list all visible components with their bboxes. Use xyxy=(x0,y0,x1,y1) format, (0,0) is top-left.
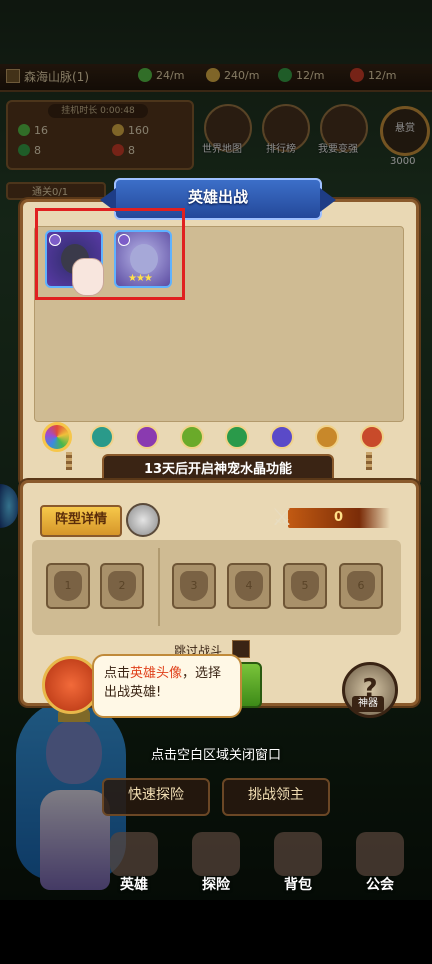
rope-decoration xyxy=(366,452,372,470)
formation-divider xyxy=(158,548,160,626)
close-window-hint: 点击空白区域关闭窗口 xyxy=(150,748,281,763)
filter-element-icon[interactable] xyxy=(270,425,294,449)
formation-detail-button[interactable]: 阵型详情 xyxy=(40,505,122,537)
filter-element-icon[interactable] xyxy=(135,425,159,449)
portal-icon xyxy=(192,832,240,876)
nav-hero[interactable]: 英雄 xyxy=(94,832,174,900)
battle-power-value: 0 xyxy=(288,508,390,528)
filter-element-icon[interactable] xyxy=(315,425,339,449)
formation-slot[interactable]: 5 xyxy=(283,563,327,609)
crossed-swords-icon: ⚔ xyxy=(271,503,293,531)
filter-element-icon[interactable] xyxy=(180,425,204,449)
quick-explore-button[interactable]: 快速探险 xyxy=(102,778,210,816)
tutorial-speech-bubble: 点击英雄头像，选择出战英雄! xyxy=(92,654,242,718)
nav-explore[interactable]: 探险 xyxy=(176,832,256,900)
castle-icon xyxy=(356,832,404,876)
rope-decoration xyxy=(66,452,72,470)
filter-element-icon[interactable] xyxy=(225,425,249,449)
bottom-nav: 英雄 探险 背包 公会 xyxy=(0,830,432,900)
bag-icon xyxy=(274,832,322,876)
artifact-label: 神器 xyxy=(352,696,384,712)
formation-slot[interactable]: 6 xyxy=(339,563,383,609)
nav-guild[interactable]: 公会 xyxy=(340,832,420,900)
formation-slot[interactable]: 1 xyxy=(46,563,90,609)
formation-slot[interactable]: 2 xyxy=(100,563,144,609)
nav-bag[interactable]: 背包 xyxy=(258,832,338,900)
hero-icon xyxy=(110,832,158,876)
formation-slot[interactable]: 3 xyxy=(172,563,216,609)
challenge-boss-button[interactable]: 挑战领主 xyxy=(222,778,330,816)
filter-all-icon[interactable] xyxy=(42,422,72,452)
filter-element-icon[interactable] xyxy=(360,425,384,449)
tutorial-highlight-box xyxy=(35,208,185,300)
formation-coin-icon[interactable] xyxy=(126,503,160,537)
formation-slot[interactable]: 4 xyxy=(227,563,271,609)
filter-element-icon[interactable] xyxy=(90,425,114,449)
